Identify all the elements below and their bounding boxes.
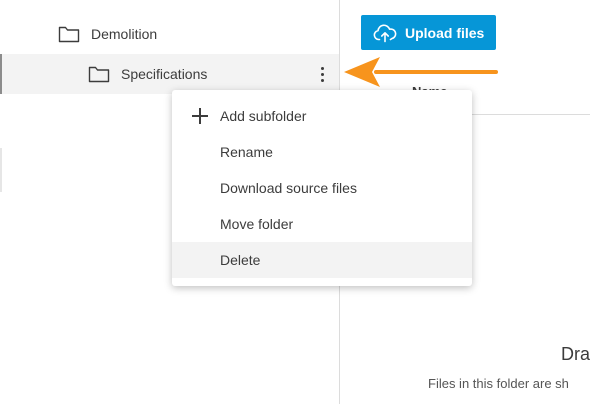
folder-icon bbox=[88, 66, 110, 83]
more-vertical-icon[interactable] bbox=[313, 63, 331, 85]
menu-item-move-folder[interactable]: Move folder bbox=[172, 206, 472, 242]
dropzone-description: Files in this folder are sh bbox=[428, 376, 569, 391]
folder-icon bbox=[58, 26, 80, 43]
app-root: Demolition Specifications Upload files N… bbox=[0, 0, 590, 404]
menu-item-label: Download source files bbox=[220, 180, 357, 196]
menu-item-rename[interactable]: Rename bbox=[172, 134, 472, 170]
menu-item-label: Delete bbox=[220, 252, 261, 268]
menu-item-label: Move folder bbox=[220, 216, 294, 232]
tree-item-specifications[interactable]: Specifications bbox=[0, 54, 340, 94]
tree-item-demolition[interactable]: Demolition bbox=[0, 14, 340, 54]
tree-item-label: Demolition bbox=[91, 26, 158, 42]
menu-item-delete[interactable]: Delete bbox=[172, 242, 472, 278]
plus-icon bbox=[192, 108, 208, 124]
cloud-upload-icon bbox=[373, 24, 397, 43]
sidebar-scroll-edge bbox=[0, 148, 2, 192]
menu-item-download-source-files[interactable]: Download source files bbox=[172, 170, 472, 206]
dropzone-title: Dra bbox=[561, 344, 590, 364]
folder-context-menu: Add subfolder Rename Download source fil… bbox=[172, 90, 472, 286]
menu-item-label: Add subfolder bbox=[220, 108, 307, 124]
tree-item-label: Specifications bbox=[121, 66, 208, 82]
annotation-arrow-icon bbox=[344, 57, 498, 87]
upload-files-button[interactable]: Upload files bbox=[361, 15, 496, 50]
upload-files-label: Upload files bbox=[405, 25, 485, 41]
menu-item-add-subfolder[interactable]: Add subfolder bbox=[172, 98, 472, 134]
menu-item-label: Rename bbox=[220, 144, 273, 160]
